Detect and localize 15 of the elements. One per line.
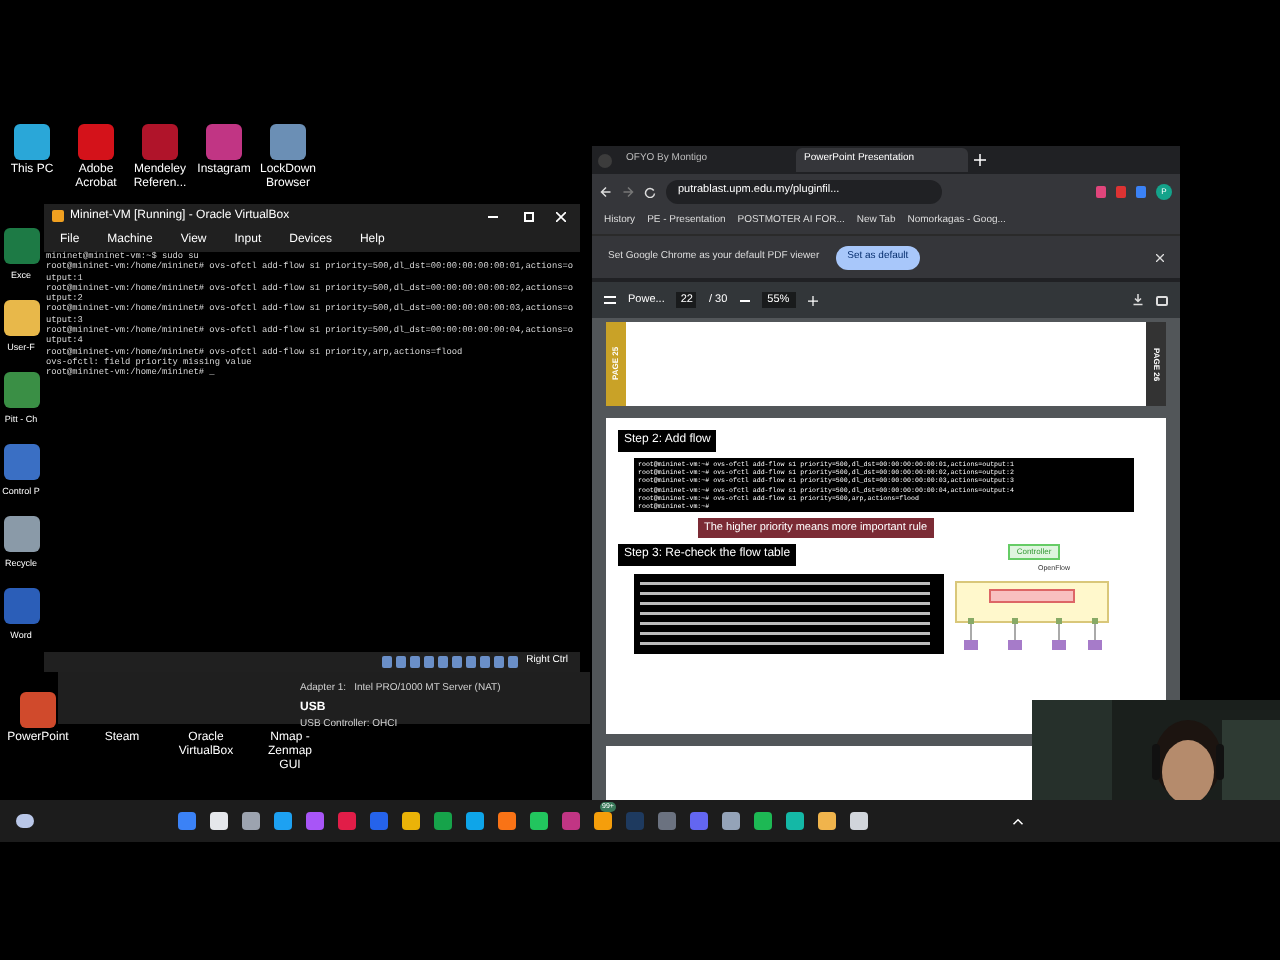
- app-icon[interactable]: [3, 372, 39, 408]
- chevron-icon[interactable]: [1012, 817, 1024, 825]
- new-tab-icon[interactable]: [974, 154, 986, 166]
- app-icon[interactable]: [3, 516, 39, 552]
- app-icon[interactable]: [3, 300, 39, 336]
- maximize-icon[interactable]: [524, 211, 534, 221]
- zoom-in-icon[interactable]: [807, 295, 818, 305]
- menu-icon[interactable]: [604, 296, 616, 304]
- back-icon[interactable]: [600, 185, 612, 197]
- app-icon: [52, 210, 64, 222]
- download-icon[interactable]: [1132, 294, 1144, 306]
- minimize-icon[interactable]: [488, 215, 498, 217]
- close-icon[interactable]: [1156, 253, 1164, 261]
- forward-icon[interactable]: [622, 185, 634, 197]
- reload-icon[interactable]: [644, 185, 656, 197]
